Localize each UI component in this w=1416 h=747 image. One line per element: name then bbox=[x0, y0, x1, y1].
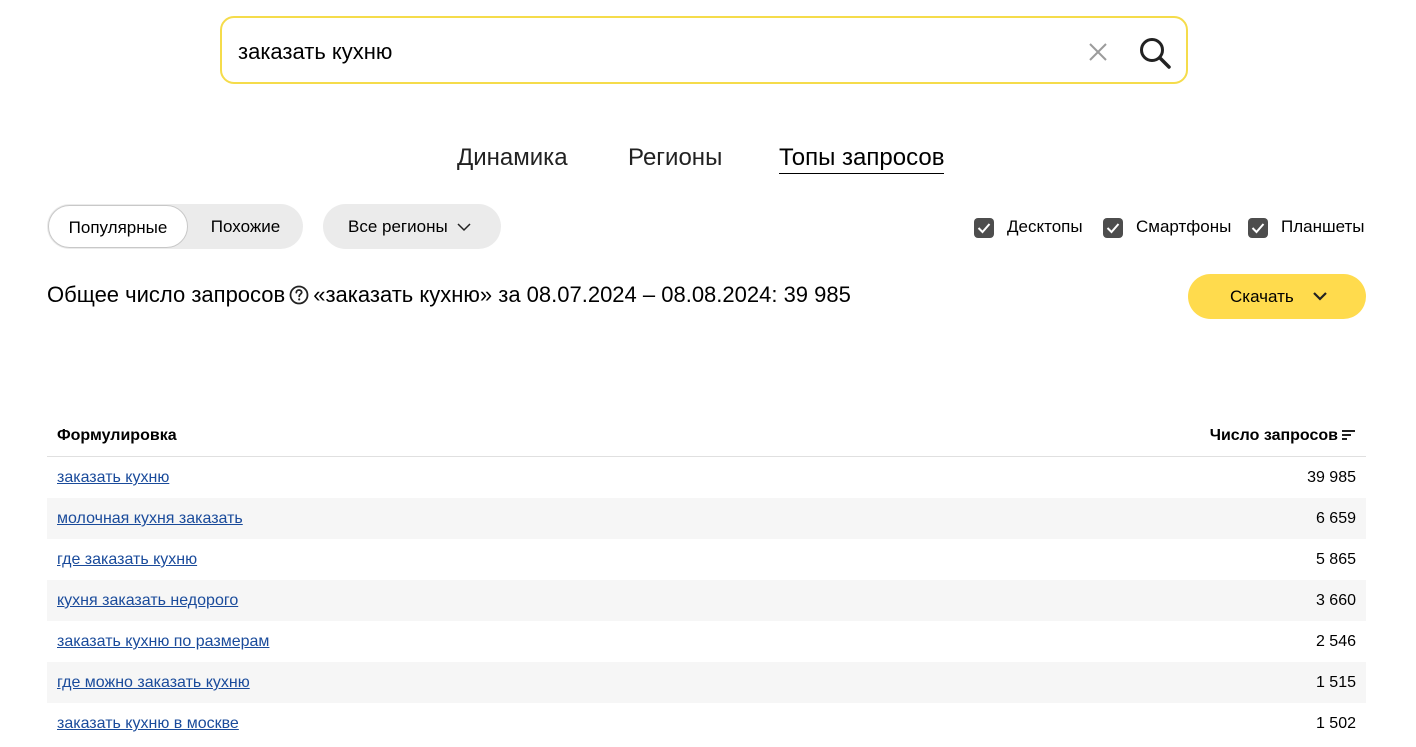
top-queries-table: Формулировка Число запросов заказать кух… bbox=[47, 415, 1366, 744]
query-link[interactable]: кухня заказать недорого bbox=[57, 592, 238, 610]
query-count: 2 546 bbox=[1315, 633, 1356, 650]
region-dropdown-label: Все регионы bbox=[348, 217, 448, 236]
table-row: заказать кухню по размерам 2 546 bbox=[47, 621, 1366, 662]
table-row: заказать кухню в москве 1 502 bbox=[47, 703, 1366, 744]
column-header-count[interactable]: Число запросов bbox=[1210, 427, 1356, 445]
checkbox-checked-icon bbox=[1103, 218, 1123, 238]
query-link[interactable]: где можно заказать кухню bbox=[57, 674, 250, 692]
search-input[interactable] bbox=[238, 38, 1038, 66]
close-icon[interactable] bbox=[1088, 42, 1108, 62]
query-link[interactable]: заказать кухню в москве bbox=[57, 715, 239, 733]
tab-top-queries[interactable]: Топы запросов bbox=[779, 144, 945, 174]
query-count: 6 659 bbox=[1315, 510, 1356, 527]
checkbox-label: Десктопы bbox=[1007, 217, 1083, 236]
table-row: кухня заказать недорого 3 660 bbox=[47, 580, 1366, 621]
sort-icon[interactable] bbox=[1342, 429, 1356, 441]
query-count: 39 985 bbox=[1307, 469, 1356, 486]
table-row: заказать кухню 39 985 bbox=[47, 457, 1366, 498]
query-link[interactable]: где заказать кухню bbox=[57, 551, 197, 569]
segment-similar[interactable]: Похожие bbox=[188, 204, 303, 249]
query-type-toggle: Популярные Похожие bbox=[47, 204, 303, 249]
download-button[interactable]: Скачать bbox=[1188, 274, 1366, 319]
checkbox-label: Планшеты bbox=[1281, 217, 1365, 236]
checkbox-label: Смартфоны bbox=[1136, 217, 1232, 236]
summary-prefix: Общее число запросов bbox=[47, 282, 286, 307]
question-circle-icon[interactable] bbox=[289, 285, 309, 305]
checkbox-desktops[interactable]: Десктопы bbox=[974, 217, 1094, 239]
query-count: 1 502 bbox=[1315, 715, 1356, 732]
summary-text: «заказать кухню» за 08.07.2024 – 08.08.2… bbox=[313, 282, 851, 307]
chevron-down-icon bbox=[457, 223, 471, 232]
checkbox-checked-icon bbox=[974, 218, 994, 238]
query-link[interactable]: молочная кухня заказать bbox=[57, 510, 243, 528]
search-icon[interactable] bbox=[1138, 36, 1172, 70]
download-button-label: Скачать bbox=[1230, 287, 1294, 306]
total-queries-summary: Общее число запросов «заказать кухню» за… bbox=[47, 282, 851, 308]
tab-regions[interactable]: Регионы bbox=[628, 144, 722, 172]
query-count: 1 515 bbox=[1315, 674, 1356, 691]
query-link[interactable]: заказать кухню по размерам bbox=[57, 633, 269, 651]
tab-bar: Динамика Регионы Топы запросов bbox=[0, 144, 1416, 180]
column-header-count-label: Число запросов bbox=[1209, 427, 1338, 444]
search-box[interactable] bbox=[220, 16, 1188, 84]
region-dropdown[interactable]: Все регионы bbox=[323, 204, 501, 249]
table-row: где можно заказать кухню 1 515 bbox=[47, 662, 1366, 703]
checkbox-tablets[interactable]: Планшеты bbox=[1248, 217, 1368, 239]
checkbox-smartphones[interactable]: Смартфоны bbox=[1103, 217, 1243, 239]
checkbox-checked-icon bbox=[1248, 218, 1268, 238]
query-count: 5 865 bbox=[1315, 551, 1356, 568]
table-row: где заказать кухню 5 865 bbox=[47, 539, 1366, 580]
table-header: Формулировка Число запросов bbox=[47, 415, 1366, 457]
query-link[interactable]: заказать кухню bbox=[57, 469, 169, 487]
chevron-down-icon bbox=[1313, 292, 1327, 301]
tab-dynamics[interactable]: Динамика bbox=[457, 144, 568, 172]
table-row: молочная кухня заказать 6 659 bbox=[47, 498, 1366, 539]
column-header-phrase: Формулировка bbox=[57, 427, 177, 444]
segment-popular[interactable]: Популярные bbox=[48, 205, 188, 248]
query-count: 3 660 bbox=[1315, 592, 1356, 609]
